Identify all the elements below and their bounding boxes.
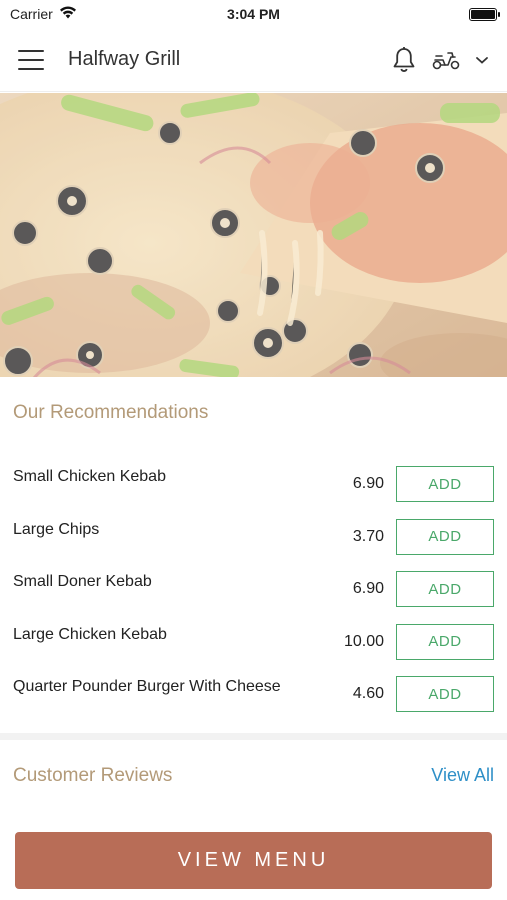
view-all-link[interactable]: View All bbox=[431, 765, 494, 786]
delivery-scooter-icon[interactable] bbox=[431, 48, 461, 72]
section-divider bbox=[0, 733, 507, 740]
app-screen: Carrier 3:04 PM Halfway Grill Our Recomm… bbox=[0, 0, 507, 900]
item-name: Large Chips bbox=[13, 520, 100, 538]
item-price: 3.70 bbox=[352, 527, 384, 545]
recommendations-list: Small Chicken Kebab 6.90 ADD Large Chips… bbox=[0, 458, 507, 721]
item-name: Small Chicken Kebab bbox=[13, 468, 166, 485]
recommendations-title: Our Recommendations bbox=[13, 402, 209, 423]
list-item: Small Doner Kebab 6.90 ADD bbox=[0, 563, 507, 616]
wifi-icon bbox=[59, 6, 77, 22]
item-price: 6.90 bbox=[352, 475, 384, 492]
list-item: Quarter Pounder Burger With Cheese 4.60 … bbox=[0, 668, 507, 721]
item-name: Large Chicken Kebab bbox=[13, 625, 167, 643]
item-price: 10.00 bbox=[343, 632, 384, 650]
list-item: Large Chicken Kebab 10.00 ADD bbox=[0, 616, 507, 669]
list-item: Large Chips 3.70 ADD bbox=[0, 511, 507, 564]
nav-bar: Halfway Grill bbox=[0, 28, 507, 92]
item-name: Small Doner Kebab bbox=[13, 573, 152, 590]
reviews-title: Customer Reviews bbox=[13, 765, 173, 786]
hero-image bbox=[0, 93, 507, 377]
list-item: Small Chicken Kebab 6.90 ADD bbox=[0, 458, 507, 511]
item-price: 4.60 bbox=[352, 685, 384, 702]
chevron-down-icon[interactable] bbox=[475, 55, 489, 65]
add-button[interactable]: ADD bbox=[396, 518, 494, 555]
nav-actions bbox=[391, 46, 489, 74]
add-button[interactable]: ADD bbox=[396, 623, 494, 660]
page-title: Halfway Grill bbox=[68, 48, 181, 70]
add-button[interactable]: ADD bbox=[396, 571, 494, 607]
battery-icon bbox=[469, 7, 500, 21]
carrier-label: Carrier bbox=[10, 6, 53, 22]
menu-icon[interactable] bbox=[18, 49, 44, 70]
item-name: Quarter Pounder Burger With Cheese bbox=[13, 678, 281, 695]
item-price: 6.90 bbox=[352, 580, 384, 597]
status-left: Carrier bbox=[10, 6, 77, 22]
bell-icon[interactable] bbox=[391, 46, 417, 74]
add-button[interactable]: ADD bbox=[396, 676, 494, 712]
status-bar: Carrier 3:04 PM bbox=[0, 0, 507, 28]
add-button[interactable]: ADD bbox=[396, 466, 494, 502]
view-menu-button[interactable]: VIEW MENU bbox=[15, 832, 492, 889]
